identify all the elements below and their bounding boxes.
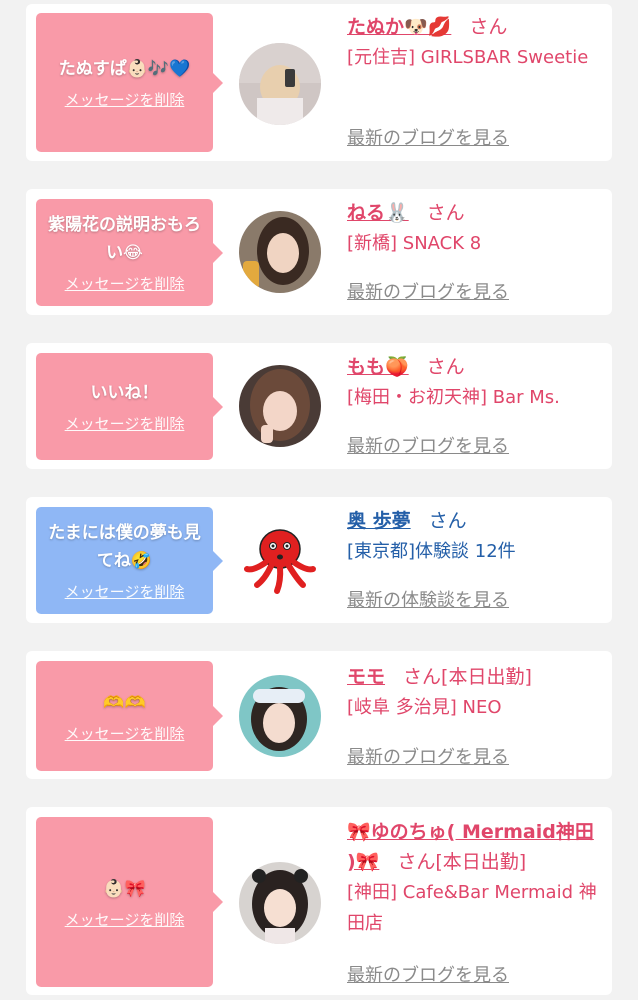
message-card: 紫陽花の説明おもろい😂 メッセージを削除 ねる🐰 さん [新橋] SNACK 8 …: [26, 189, 612, 315]
delete-message-link[interactable]: メッセージを削除: [65, 413, 185, 434]
message-text: 👶🏻🎀: [103, 878, 146, 899]
user-name-link[interactable]: たぬか🐶💋: [347, 16, 451, 38]
message-card: 🫶🫶 メッセージを削除 モモ さん[本日出勤] [岐阜 多治見] NEO 最新のブ…: [26, 651, 612, 779]
message-bubble: たまには僕の夢も見てね🤣 メッセージを削除: [36, 507, 223, 614]
shop-info: [梅田・お初天神] Bar Ms.: [347, 387, 560, 408]
honorific: さん: [426, 356, 465, 378]
message-text: 🫶🫶: [103, 692, 146, 713]
user-name-link[interactable]: もも🍑: [347, 356, 409, 378]
avatar-photo: [239, 365, 321, 447]
latest-blog-link[interactable]: 最新のブログを見る: [347, 278, 509, 304]
avatar[interactable]: [239, 519, 321, 601]
honorific: さん: [403, 666, 442, 688]
message-text: たまには僕の夢も見てね🤣: [48, 523, 201, 571]
message-card: 👶🏻🎀 メッセージを削除 🎀ゆのちゅ( Mermaid神田 )🎀 さん[本日出勤]…: [26, 807, 612, 995]
delete-message-link[interactable]: メッセージを削除: [65, 909, 185, 930]
user-info: 奥 歩夢 さん [東京都]体験談 12件: [347, 506, 607, 567]
message-bubble: 紫陽花の説明おもろい😂 メッセージを削除: [36, 199, 223, 306]
user-info: モモ さん[本日出勤] [岐阜 多治見] NEO: [347, 662, 607, 723]
user-name-link[interactable]: モモ: [347, 666, 385, 688]
avatar[interactable]: [239, 211, 321, 293]
user-info: ねる🐰 さん [新橋] SNACK 8: [347, 198, 607, 259]
honorific: さん: [469, 16, 508, 38]
honorific: さん: [397, 851, 436, 873]
latest-blog-link[interactable]: 最新のブログを見る: [347, 432, 509, 458]
message-bubble: たぬすぱ👶🏻🎶💙 メッセージを削除: [36, 13, 223, 152]
delete-message-link[interactable]: メッセージを削除: [65, 723, 185, 744]
message-card: いいね！ メッセージを削除 もも🍑 さん [梅田・お初天神] Bar Ms. 最新…: [26, 343, 612, 469]
message-bubble: いいね！ メッセージを削除: [36, 353, 223, 460]
octopus-icon: [239, 519, 321, 601]
user-name-link[interactable]: 奥 歩夢: [347, 510, 411, 532]
shop-info: [東京都]体験談 12件: [347, 541, 516, 562]
delete-message-link[interactable]: メッセージを削除: [65, 89, 185, 110]
message-list: たぬすぱ👶🏻🎶💙 メッセージを削除 たぬか🐶💋 さん [元住吉] GIRLSBAR…: [0, 0, 638, 1000]
avatar-photo: [239, 43, 321, 125]
user-info: もも🍑 さん [梅田・お初天神] Bar Ms.: [347, 352, 607, 413]
latest-review-link[interactable]: 最新の体験談を見る: [347, 586, 509, 612]
delete-message-link[interactable]: メッセージを削除: [65, 581, 185, 602]
work-status: [本日出勤]: [441, 666, 532, 688]
work-status: [本日出勤]: [435, 851, 527, 873]
avatar[interactable]: [239, 365, 321, 447]
avatar-photo: [239, 211, 321, 293]
avatar[interactable]: [239, 862, 321, 944]
user-info: たぬか🐶💋 さん [元住吉] GIRLSBAR Sweetie: [347, 12, 607, 73]
message-bubble: 🫶🫶 メッセージを削除: [36, 661, 223, 771]
latest-blog-link[interactable]: 最新のブログを見る: [347, 124, 509, 150]
message-card: たぬすぱ👶🏻🎶💙 メッセージを削除 たぬか🐶💋 さん [元住吉] GIRLSBAR…: [26, 4, 612, 161]
latest-blog-link[interactable]: 最新のブログを見る: [347, 743, 509, 769]
shop-info: [神田] Cafe&Bar Mermaid 神田店: [347, 882, 597, 934]
avatar[interactable]: [239, 43, 321, 125]
delete-message-link[interactable]: メッセージを削除: [65, 273, 185, 294]
avatar[interactable]: [239, 675, 321, 757]
honorific: さん: [428, 510, 467, 532]
avatar-photo: [239, 675, 321, 757]
latest-blog-link[interactable]: 最新のブログを見る: [347, 961, 509, 987]
shop-info: [新橋] SNACK 8: [347, 233, 482, 254]
message-text: たぬすぱ👶🏻🎶💙: [58, 59, 191, 79]
shop-info: [元住吉] GIRLSBAR Sweetie: [347, 47, 589, 68]
shop-info: [岐阜 多治見] NEO: [347, 697, 502, 718]
honorific: さん: [426, 202, 465, 224]
message-bubble: 👶🏻🎀 メッセージを削除: [36, 817, 223, 987]
user-info: 🎀ゆのちゅ( Mermaid神田 )🎀 さん[本日出勤] [神田] Cafe&Ba…: [347, 817, 607, 939]
avatar-photo: [239, 862, 321, 944]
message-card: たまには僕の夢も見てね🤣 メッセージを削除 奥 歩夢 さん [東京都]体験談 1…: [26, 497, 612, 623]
message-text: 紫陽花の説明おもろい😂: [48, 215, 201, 263]
message-text: いいね！: [90, 383, 159, 403]
user-name-link[interactable]: ねる🐰: [347, 202, 409, 224]
